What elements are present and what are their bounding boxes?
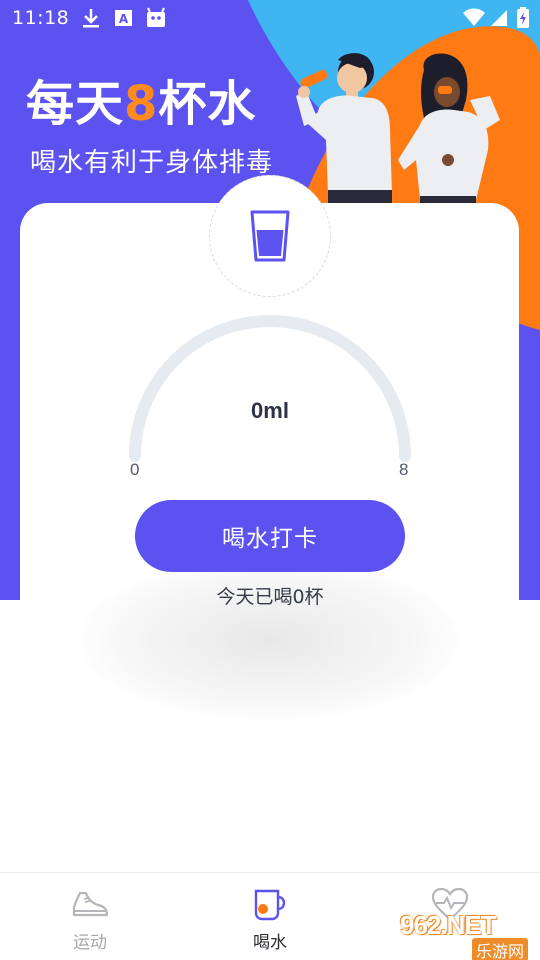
mug-icon bbox=[254, 889, 286, 921]
gauge-min-label: 0 bbox=[130, 460, 140, 479]
watermark-main: 962.NET bbox=[400, 910, 497, 940]
nav-label-exercise: 运动 bbox=[73, 933, 107, 953]
site-watermark: 962.NET 乐游网 bbox=[398, 910, 538, 960]
nav-item-exercise[interactable]: 运动 bbox=[0, 873, 180, 960]
gauge-max-label: 8 bbox=[399, 460, 409, 479]
gauge-value: 0ml bbox=[251, 398, 289, 423]
nav-item-water[interactable]: 喝水 bbox=[180, 873, 360, 960]
sneaker-icon bbox=[72, 891, 109, 917]
gauge-track bbox=[129, 315, 411, 462]
drink-checkin-button[interactable]: 喝水打卡 bbox=[135, 500, 405, 572]
watermark-sub: 乐游网 bbox=[472, 938, 529, 960]
water-gauge bbox=[129, 315, 411, 462]
today-count-text: 今天已喝0杯 bbox=[216, 586, 324, 608]
nav-label-water: 喝水 bbox=[253, 933, 287, 953]
